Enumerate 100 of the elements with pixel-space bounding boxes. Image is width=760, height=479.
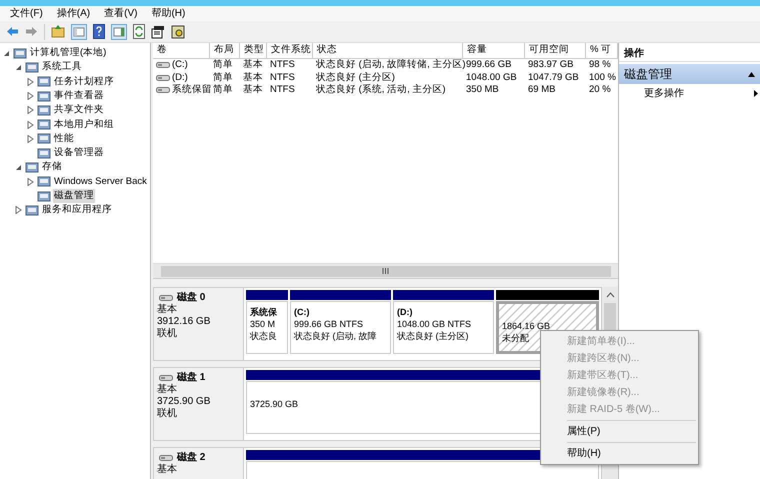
collapsed-arrow-icon[interactable] <box>27 178 34 186</box>
menu-item[interactable]: 文件(F) <box>10 6 43 21</box>
tree-item[interactable]: 系统工具 <box>41 60 83 75</box>
column-header[interactable]: 状态 <box>317 43 337 58</box>
collapsed-arrow-icon[interactable] <box>27 78 34 86</box>
submenu-arrow-icon <box>754 90 758 96</box>
actions-pane-title: 操作 <box>619 46 760 62</box>
actions-section-header[interactable]: 磁盘管理 <box>619 64 760 84</box>
table-cell: 状态良好 (启动, 故障转储, 主分区) <box>316 59 466 72</box>
disk-name: 磁盘 0 <box>177 292 206 304</box>
collapsed-arrow-icon[interactable] <box>27 106 34 114</box>
forward-arrow-icon[interactable] <box>25 26 38 37</box>
partition-size: 3725.90 GB <box>250 398 298 410</box>
folder-icon <box>37 104 51 117</box>
partition[interactable]: 系统保 350 M 状态良 <box>246 301 288 354</box>
table-cell: 100 % <box>589 72 616 84</box>
folder-icon <box>25 161 39 174</box>
collapsed-arrow-icon[interactable] <box>27 92 34 100</box>
table-cell: 1048.00 GB <box>466 72 517 84</box>
tree-item[interactable]: Windows Server Back <box>53 174 148 189</box>
menu-item[interactable]: 操作(A) <box>56 6 90 21</box>
expanded-arrow-icon[interactable] <box>15 164 22 172</box>
column-header[interactable]: 布局 <box>214 43 234 58</box>
partition-status: 未分配 <box>502 332 529 344</box>
table-cell: 状态良好 (系统, 活动, 主分区) <box>316 84 446 96</box>
column-header[interactable]: 可用空间 <box>529 43 569 58</box>
folder-icon <box>37 190 51 203</box>
collapsed-arrow-icon[interactable] <box>27 134 34 143</box>
table-cell: 简单 <box>213 72 233 84</box>
table-cell: 1047.79 GB <box>528 72 579 84</box>
folder-icon <box>37 175 51 188</box>
disk-status: 联机 <box>157 328 178 340</box>
tree-item[interactable]: 磁盘管理 <box>53 188 95 204</box>
table-cell: 983.97 GB <box>528 59 574 72</box>
table-cell: (D:) <box>172 72 188 84</box>
disk-status: 联机 <box>157 408 178 420</box>
menu-item[interactable]: 查看(V) <box>104 6 138 21</box>
partition-status: 状态良好 (主分区) <box>397 330 468 342</box>
partition-name: (D:) <box>397 306 412 318</box>
disk-name: 磁盘 2 <box>177 452 206 464</box>
folder-icon <box>37 118 51 132</box>
table-cell: 简单 <box>213 84 233 96</box>
table-cell: 简单 <box>213 59 233 72</box>
action-link[interactable]: 更多操作 <box>644 86 684 100</box>
column-header[interactable]: 容量 <box>467 43 487 58</box>
column-header[interactable]: 类型 <box>244 43 264 58</box>
tree-item[interactable]: 性能 <box>53 132 75 146</box>
help-icon[interactable] <box>93 24 105 39</box>
table-cell: (C:) <box>172 59 188 72</box>
menu-item[interactable]: 帮助(H) <box>151 6 186 21</box>
table-cell: 基本 <box>243 59 263 72</box>
table-cell: 98 % <box>589 59 611 72</box>
table-cell: 20 % <box>589 84 611 96</box>
folder-icon <box>25 204 39 217</box>
partition[interactable]: (C:) 999.66 GB NTFS 状态良好 (启动, 故障 <box>290 301 391 354</box>
partition-name: (C:) <box>294 306 310 318</box>
up-folder-icon[interactable] <box>51 25 65 38</box>
table-cell: NTFS <box>270 72 295 84</box>
column-header[interactable]: 文件系统 <box>271 43 311 58</box>
expanded-arrow-icon[interactable] <box>3 50 10 57</box>
expanded-arrow-icon[interactable] <box>15 64 22 71</box>
disk-type: 基本 <box>157 304 178 316</box>
tree-item[interactable]: 存储 <box>41 160 63 175</box>
partition-status: 状态良 <box>250 330 277 342</box>
action-pane-icon[interactable] <box>111 24 127 40</box>
tree-item[interactable]: 本地用户和组 <box>53 118 115 132</box>
horizontal-scrollbar[interactable] <box>153 263 618 278</box>
folder-icon <box>37 132 51 146</box>
table-cell: 69 MB <box>528 84 556 96</box>
table-cell: 状态良好 (主分区) <box>316 72 395 84</box>
scrollbar-grip-icon <box>382 268 389 274</box>
tree-item[interactable]: 设备管理器 <box>53 146 105 160</box>
partition-size: 1864.16 GB <box>502 320 550 332</box>
tree-item[interactable]: 事件查看器 <box>53 88 105 104</box>
table-cell: 系统保留 <box>172 84 212 96</box>
folder-icon <box>13 46 27 60</box>
disk-settings-icon[interactable] <box>171 24 185 38</box>
tree-item[interactable]: 计算机管理(本地) <box>29 46 108 60</box>
collapsed-arrow-icon[interactable] <box>15 206 22 214</box>
back-arrow-icon[interactable] <box>6 26 19 37</box>
console-tree-icon[interactable] <box>71 24 87 40</box>
tree-item[interactable]: 共享文件夹 <box>53 103 105 118</box>
partition-size: 999.66 GB NTFS <box>294 318 364 330</box>
collapsed-arrow-icon[interactable] <box>27 120 34 129</box>
partition-size: 350 M <box>250 318 276 330</box>
folder-icon <box>37 90 51 103</box>
context-menu-item[interactable]: 帮助(H) <box>541 445 698 462</box>
tree-item[interactable]: 任务计划程序 <box>53 74 115 89</box>
table-cell: 基本 <box>243 84 263 96</box>
refresh-icon[interactable] <box>133 24 145 39</box>
column-header[interactable]: 卷 <box>157 43 167 58</box>
disk-size: 3725.90 GB <box>157 396 212 408</box>
disk-name: 磁盘 1 <box>177 372 206 384</box>
properties-icon[interactable] <box>151 24 165 38</box>
column-header[interactable]: % 可 <box>590 43 612 58</box>
partition[interactable]: (D:) 1048.00 GB NTFS 状态良好 (主分区) <box>393 301 494 354</box>
table-cell: NTFS <box>270 84 295 96</box>
disk-size: 3912.16 GB <box>157 316 212 328</box>
table-cell: 999.66 GB <box>466 59 512 72</box>
tree-item[interactable]: 服务和应用程序 <box>41 203 113 218</box>
